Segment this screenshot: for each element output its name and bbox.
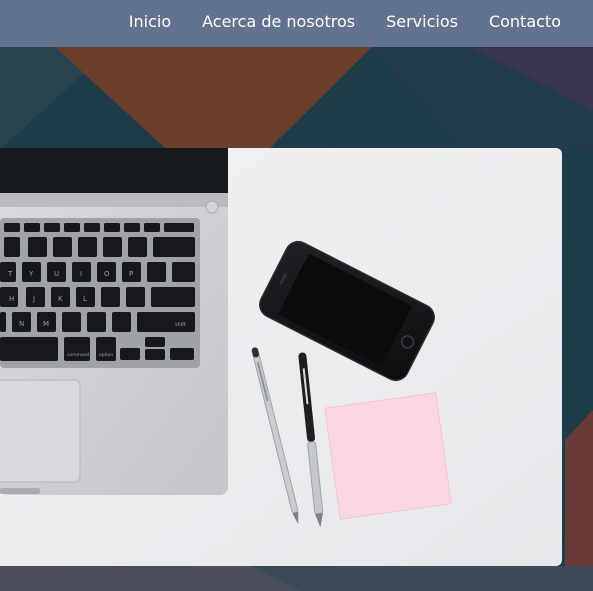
key bbox=[4, 223, 20, 232]
laptop-hinge bbox=[0, 193, 228, 207]
key bbox=[4, 237, 20, 257]
key-legend: option bbox=[99, 352, 113, 358]
key bbox=[62, 312, 81, 332]
key bbox=[101, 287, 120, 307]
nav-item-contacto: Contacto bbox=[458, 12, 561, 31]
key-arrow-down bbox=[145, 349, 165, 360]
key-arrow-left bbox=[120, 348, 140, 360]
key bbox=[44, 223, 60, 232]
key-legend: U bbox=[54, 270, 59, 278]
key bbox=[104, 223, 120, 232]
key-legend: Y bbox=[28, 270, 34, 278]
key-delete bbox=[153, 237, 195, 257]
key-arrow-up bbox=[145, 337, 165, 347]
key bbox=[24, 223, 40, 232]
key bbox=[124, 223, 140, 232]
laptop-notch bbox=[0, 488, 40, 494]
key-shift bbox=[137, 312, 195, 332]
nav-item-servicios: Servicios bbox=[355, 12, 458, 31]
key-legend: L bbox=[83, 295, 87, 303]
key bbox=[126, 287, 145, 307]
background-shape-red bbox=[565, 410, 593, 591]
key bbox=[84, 223, 100, 232]
key bbox=[112, 312, 131, 332]
key bbox=[26, 287, 45, 307]
key-legend: T bbox=[7, 270, 13, 278]
background-shape-bottom-left bbox=[0, 566, 300, 591]
key-arrow-right bbox=[170, 348, 194, 360]
power-button bbox=[205, 200, 219, 214]
key bbox=[147, 262, 166, 282]
key bbox=[53, 237, 72, 257]
key-legend: O bbox=[104, 270, 110, 278]
key-legend: H bbox=[9, 295, 14, 303]
nav-link-servicios[interactable]: Servicios bbox=[386, 12, 458, 31]
key-legend: N bbox=[19, 320, 24, 328]
key-legend: shift bbox=[175, 322, 186, 328]
nav-link-inicio[interactable]: Inicio bbox=[129, 12, 171, 31]
key-legend: I bbox=[80, 270, 82, 278]
key bbox=[144, 223, 160, 232]
desk-photo: T Y U I O P H J K L N M shift command op… bbox=[0, 148, 562, 566]
key bbox=[128, 237, 147, 257]
sticky-note-paper bbox=[324, 392, 452, 520]
key-legend: J bbox=[32, 295, 35, 303]
key bbox=[64, 223, 80, 232]
key bbox=[103, 237, 122, 257]
key-legend: M bbox=[43, 320, 49, 328]
trackpad bbox=[0, 379, 81, 483]
key bbox=[172, 262, 195, 282]
key-space bbox=[0, 337, 58, 361]
nav-item-inicio: Inicio bbox=[98, 12, 171, 31]
navbar: Inicio Acerca de nosotros Servicios Cont… bbox=[0, 0, 593, 47]
laptop: T Y U I O P H J K L N M shift command op… bbox=[0, 148, 228, 495]
sticky-note bbox=[324, 392, 452, 520]
key-legend: command bbox=[67, 352, 90, 358]
key-legend: P bbox=[129, 270, 133, 278]
nav-link-acerca-de-nosotros[interactable]: Acerca de nosotros bbox=[202, 12, 355, 31]
key-return bbox=[151, 287, 195, 307]
laptop-screen-bezel bbox=[0, 148, 228, 193]
hero-image: T Y U I O P H J K L N M shift command op… bbox=[0, 148, 562, 566]
key bbox=[87, 312, 106, 332]
page: Inicio Acerca de nosotros Servicios Cont… bbox=[0, 0, 593, 591]
nav-link-contacto[interactable]: Contacto bbox=[489, 12, 561, 31]
key bbox=[28, 237, 47, 257]
key bbox=[78, 237, 97, 257]
nav-menu: Inicio Acerca de nosotros Servicios Cont… bbox=[98, 0, 561, 42]
key-legend: K bbox=[58, 295, 63, 303]
key bbox=[0, 312, 6, 332]
nav-item-acerca: Acerca de nosotros bbox=[171, 12, 355, 31]
key bbox=[164, 223, 194, 232]
